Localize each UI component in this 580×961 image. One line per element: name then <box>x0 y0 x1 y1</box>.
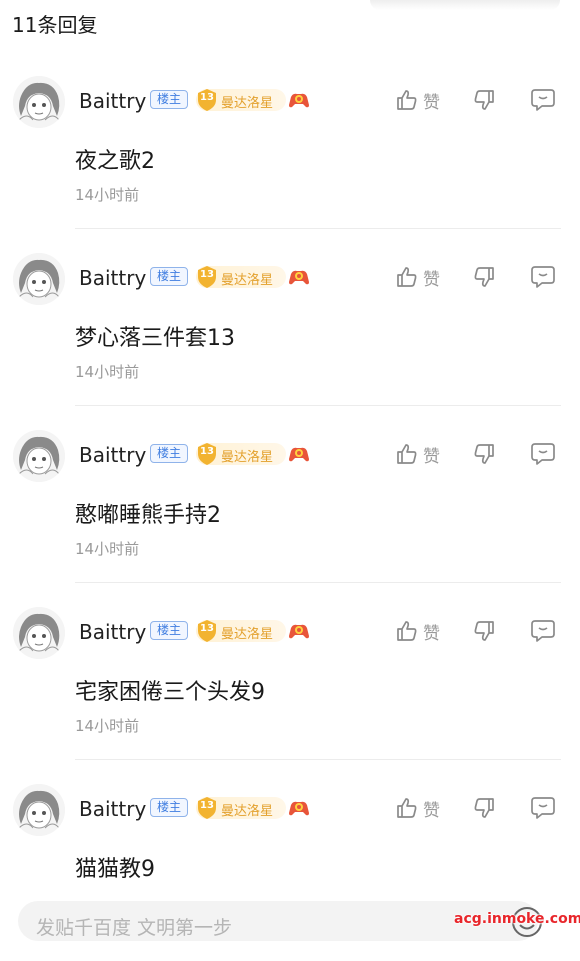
divider <box>75 582 561 583</box>
reply-bubble-icon <box>531 620 555 642</box>
username[interactable]: Baittry <box>79 266 146 290</box>
level-name: 曼达洛星 <box>221 627 274 642</box>
level-badge: 13 曼达洛星 <box>196 89 286 111</box>
comment-text: 猫猫教9 <box>75 857 155 882</box>
dislike-button[interactable] <box>472 442 496 466</box>
reply-button[interactable] <box>530 265 556 289</box>
owner-badge: 楼主 <box>150 90 188 109</box>
divider <box>75 759 561 760</box>
like-button[interactable]: 赞 <box>395 619 445 644</box>
reply-bubble-icon <box>531 266 555 288</box>
level-number: 13 <box>200 623 214 634</box>
comment-time: 14小时前 <box>75 717 140 735</box>
reply-button[interactable] <box>530 796 556 820</box>
comment-text: 憨嘟睡熊手持2 <box>75 503 221 528</box>
level-number: 13 <box>200 446 214 457</box>
like-button[interactable]: 赞 <box>395 442 445 467</box>
thumb-up-icon <box>397 444 417 464</box>
level-name: 曼达洛星 <box>221 804 274 819</box>
divider <box>75 405 561 406</box>
level-number: 13 <box>200 800 214 811</box>
thumb-up-icon <box>397 90 417 110</box>
game-controller-icon <box>289 801 309 816</box>
dislike-button[interactable] <box>472 796 496 820</box>
username[interactable]: Baittry <box>79 89 146 113</box>
owner-badge: 楼主 <box>150 621 188 640</box>
thumb-down-icon <box>474 444 494 464</box>
level-badge: 13 曼达洛星 <box>196 266 286 288</box>
comment-time: 14小时前 <box>75 186 140 204</box>
like-label: 赞 <box>423 624 440 644</box>
owner-badge: 楼主 <box>150 798 188 817</box>
username[interactable]: Baittry <box>79 797 146 821</box>
comment-time: 14小时前 <box>75 540 140 558</box>
username[interactable]: Baittry <box>79 620 146 644</box>
comment-time: 14小时前 <box>75 363 140 381</box>
like-label: 赞 <box>423 93 440 113</box>
like-label: 赞 <box>423 270 440 290</box>
divider <box>75 228 561 229</box>
level-badge: 13 曼达洛星 <box>196 797 286 819</box>
like-label: 赞 <box>423 801 440 821</box>
avatar[interactable] <box>13 430 65 482</box>
comment-item: Baittry 楼主 13 曼达洛星 赞 夜之歌2 14小时前 <box>0 76 580 253</box>
thumb-up-icon <box>397 267 417 287</box>
reply-button[interactable] <box>530 442 556 466</box>
reply-button[interactable] <box>530 619 556 643</box>
like-button[interactable]: 赞 <box>395 796 445 821</box>
game-controller-icon <box>289 624 309 639</box>
reply-button[interactable] <box>530 88 556 112</box>
avatar[interactable] <box>13 784 65 836</box>
level-number: 13 <box>200 92 214 103</box>
avatar[interactable] <box>13 253 65 305</box>
level-name: 曼达洛星 <box>221 96 274 111</box>
like-button[interactable]: 赞 <box>395 88 445 113</box>
comment-text: 宅家困倦三个头发9 <box>75 680 265 705</box>
thumb-down-icon <box>474 90 494 110</box>
watermark: acg.inmoke.com <box>454 911 580 927</box>
thumb-down-icon <box>474 267 494 287</box>
avatar[interactable] <box>13 76 65 128</box>
like-button[interactable]: 赞 <box>395 265 445 290</box>
username[interactable]: Baittry <box>79 443 146 467</box>
game-controller-icon <box>289 447 309 462</box>
dislike-button[interactable] <box>472 265 496 289</box>
comment-item: Baittry 楼主 13 曼达洛星 赞 宅家困倦三个头发9 14小时前 <box>0 607 580 784</box>
level-badge: 13 曼达洛星 <box>196 620 286 642</box>
thumb-up-icon <box>397 621 417 641</box>
thumb-down-icon <box>474 798 494 818</box>
top-floating-bar <box>370 0 560 10</box>
game-controller-icon <box>289 93 309 108</box>
owner-badge: 楼主 <box>150 444 188 463</box>
like-label: 赞 <box>423 447 440 467</box>
reply-bubble-icon <box>531 443 555 465</box>
level-badge: 13 曼达洛星 <box>196 443 286 465</box>
input-placeholder: 发贴千百度 文明第一步 <box>36 917 233 939</box>
comment-text: 夜之歌2 <box>75 149 155 174</box>
avatar[interactable] <box>13 607 65 659</box>
game-controller-icon <box>289 270 309 285</box>
thumb-down-icon <box>474 621 494 641</box>
dislike-button[interactable] <box>472 88 496 112</box>
comment-item: Baittry 楼主 13 曼达洛星 赞 憨嘟睡熊手持2 14小时前 <box>0 430 580 607</box>
comment-item: Baittry 楼主 13 曼达洛星 赞 梦心落三件套13 14小时前 <box>0 253 580 430</box>
owner-badge: 楼主 <box>150 267 188 286</box>
reply-count: 11条回复 <box>12 13 98 37</box>
level-name: 曼达洛星 <box>221 450 274 465</box>
reply-bubble-icon <box>531 89 555 111</box>
dislike-button[interactable] <box>472 619 496 643</box>
reply-bubble-icon <box>531 797 555 819</box>
comment-text: 梦心落三件套13 <box>75 326 235 351</box>
level-number: 13 <box>200 269 214 280</box>
thumb-up-icon <box>397 798 417 818</box>
level-name: 曼达洛星 <box>221 273 274 288</box>
